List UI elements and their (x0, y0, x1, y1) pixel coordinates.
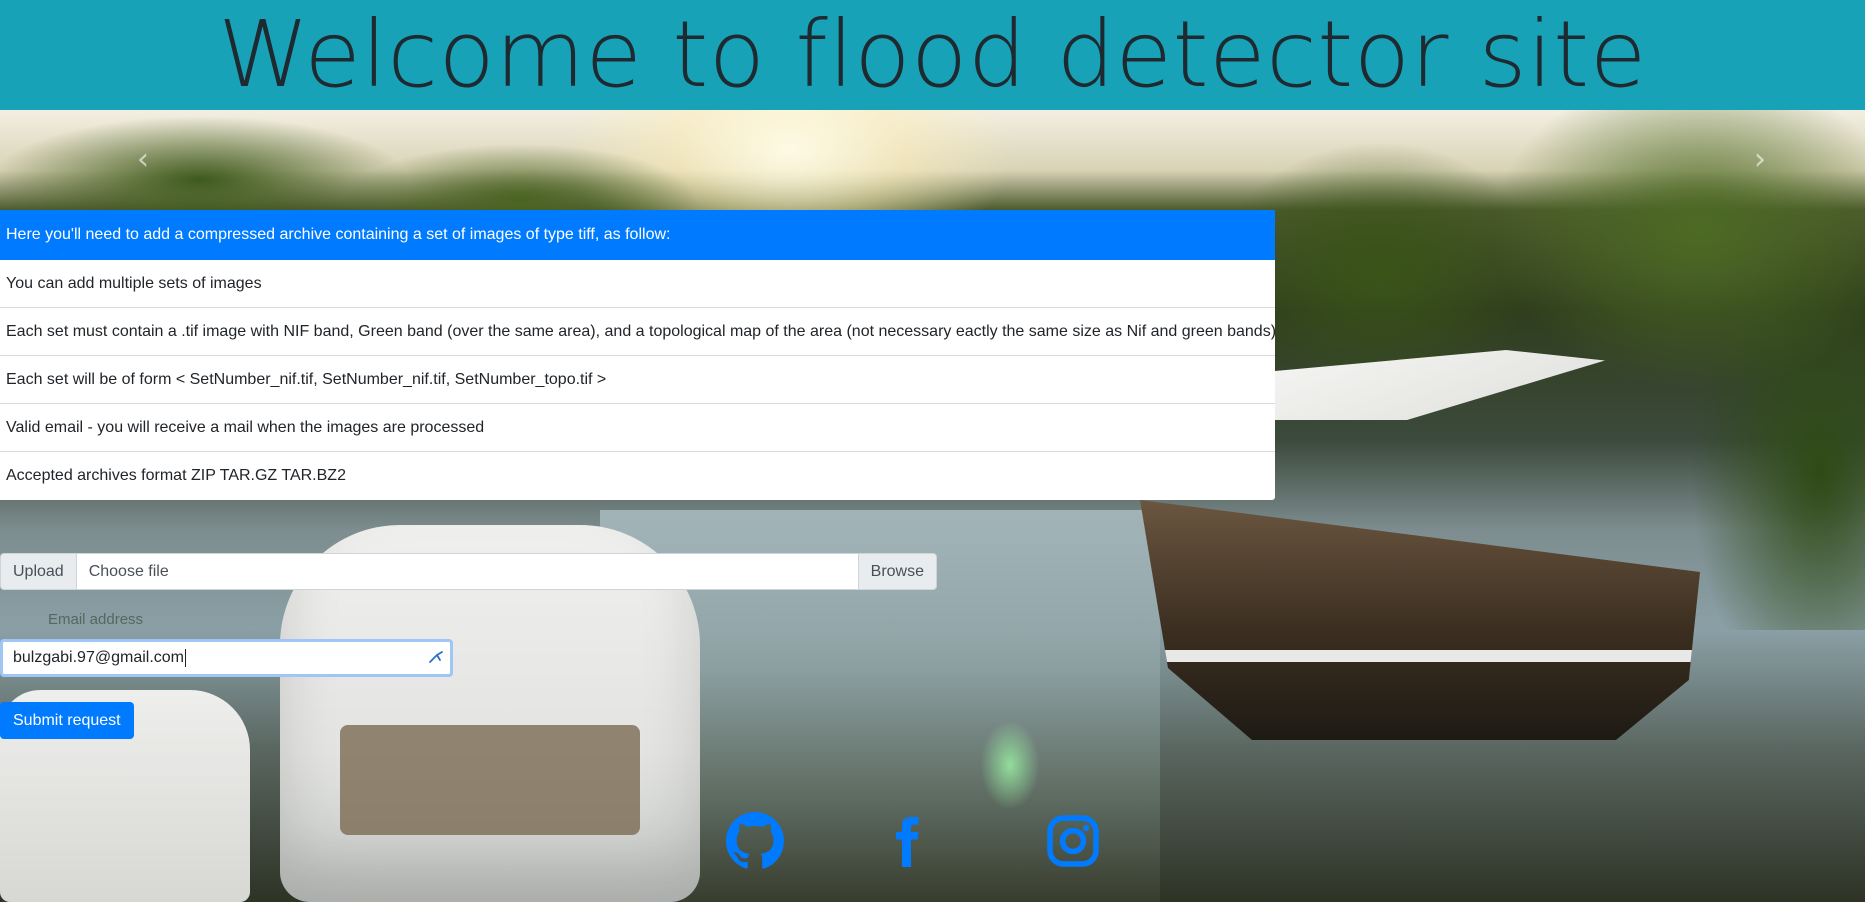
instagram-icon[interactable] (1044, 812, 1104, 872)
file-upload-group: Upload Choose file Browse (0, 553, 937, 590)
email-field[interactable]: bulzgabi.97@gmail.com (0, 639, 453, 677)
text-caret (185, 648, 186, 667)
instructions-list: Here you'll need to add a compressed arc… (0, 210, 1276, 500)
github-icon[interactable] (726, 812, 786, 872)
facebook-icon[interactable] (876, 812, 936, 872)
file-input[interactable]: Choose file (76, 553, 858, 590)
page: Welcome to flood detector site ‹ › Here … (0, 0, 1865, 902)
list-item: Each set will be of form < SetNumber_nif… (0, 356, 1275, 404)
site-header: Welcome to flood detector site (0, 0, 1865, 110)
browse-button[interactable]: Browse (857, 553, 937, 590)
chevron-left-icon[interactable]: ‹ (128, 145, 158, 175)
list-item: Each set must contain a .tif image with … (0, 308, 1276, 356)
list-item: Accepted archives format ZIP TAR.GZ TAR.… (0, 452, 1275, 500)
list-item: Valid email - you will receive a mail wh… (0, 404, 1275, 452)
lens-flare (980, 720, 1040, 810)
email-value: bulzgabi.97@gmail.com (13, 649, 184, 666)
upload-prefix-label: Upload (0, 553, 77, 590)
email-label: Email address (48, 611, 144, 628)
submit-request-button[interactable]: Submit request (0, 702, 134, 739)
list-item: You can add multiple sets of images (0, 260, 1275, 308)
chevron-right-icon[interactable]: › (1745, 145, 1775, 175)
page-title: Welcome to flood detector site (218, 1, 1647, 108)
autofill-key-icon[interactable] (428, 648, 446, 666)
list-item: Here you'll need to add a compressed arc… (0, 210, 1275, 260)
